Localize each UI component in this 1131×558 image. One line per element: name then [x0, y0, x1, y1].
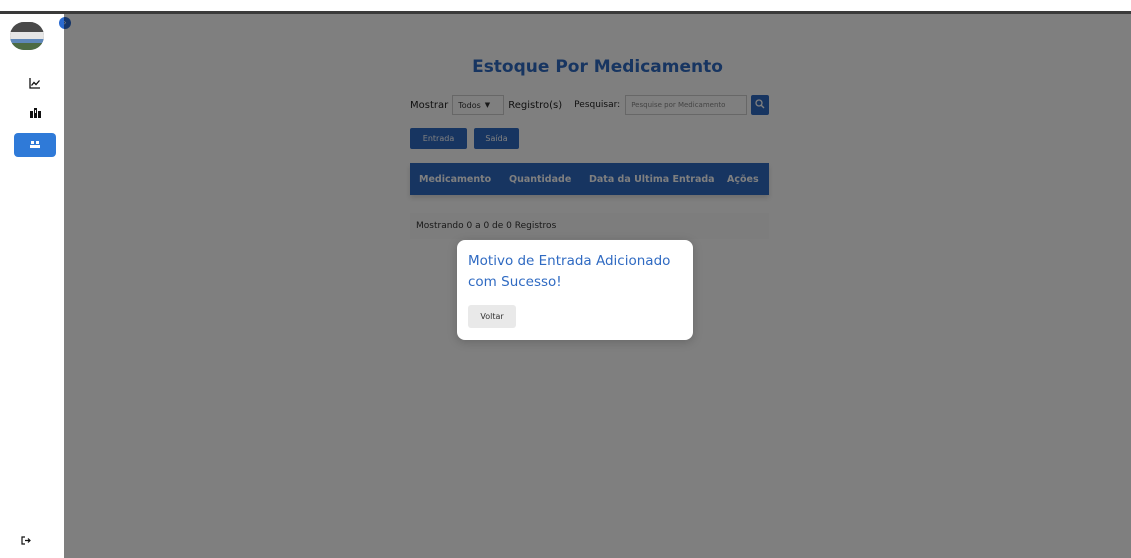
sidebar-item-stock[interactable] [14, 133, 56, 157]
pharmacy-icon [29, 107, 42, 121]
stock-icon [29, 139, 41, 152]
logout-icon[interactable] [18, 532, 34, 548]
line-chart-icon [29, 77, 41, 92]
success-modal: Motivo de Entrada Adicionado com Sucesso… [457, 240, 693, 340]
sidebar-item-charts[interactable] [14, 72, 56, 96]
voltar-button[interactable]: Voltar [468, 305, 516, 328]
modal-title: Motivo de Entrada Adicionado com Sucesso… [468, 253, 671, 290]
sidebar-item-pharmacy[interactable] [14, 102, 56, 126]
logo [10, 22, 44, 50]
sidebar [0, 14, 64, 558]
top-bar [0, 0, 1131, 14]
